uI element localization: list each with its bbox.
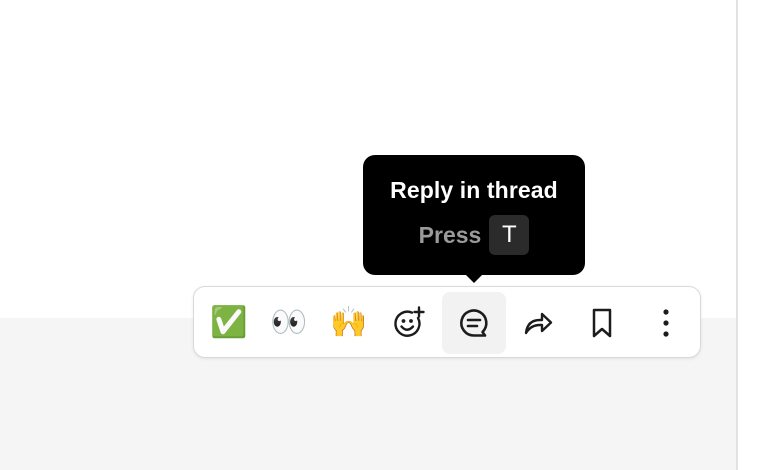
- pane-divider: [736, 0, 738, 470]
- eyes-icon: 👀: [270, 306, 308, 339]
- tooltip-title: Reply in thread: [390, 177, 558, 203]
- react-raised-hands-button[interactable]: 🙌: [317, 292, 381, 354]
- save-for-later-button[interactable]: [570, 292, 634, 354]
- raised-hands-icon: 🙌: [330, 306, 368, 339]
- smiley-plus-icon: [394, 306, 425, 337]
- message-actions-toolbar: ✅ 👀 🙌: [193, 286, 701, 358]
- white-check-mark-icon: ✅: [210, 306, 248, 339]
- share-arrow-icon: [524, 312, 553, 335]
- thread-bubble-icon: [460, 309, 488, 337]
- press-label: Press: [418, 221, 482, 248]
- bookmark-icon: [592, 308, 612, 338]
- react-eyes-button[interactable]: 👀: [257, 292, 321, 354]
- tooltip-pointer: [465, 274, 483, 283]
- add-reaction-button[interactable]: [377, 292, 441, 354]
- vertical-ellipsis-icon: [663, 309, 669, 337]
- forward-message-button[interactable]: [506, 292, 570, 354]
- keyboard-shortcut-hint: Press T: [363, 215, 585, 255]
- reply-in-thread-button[interactable]: [442, 292, 506, 354]
- shortcut-key: T: [489, 215, 530, 255]
- more-actions-button[interactable]: [634, 292, 698, 354]
- reply-in-thread-tooltip: Reply in thread Press T: [363, 155, 585, 275]
- react-white-check-mark-button[interactable]: ✅: [197, 292, 261, 354]
